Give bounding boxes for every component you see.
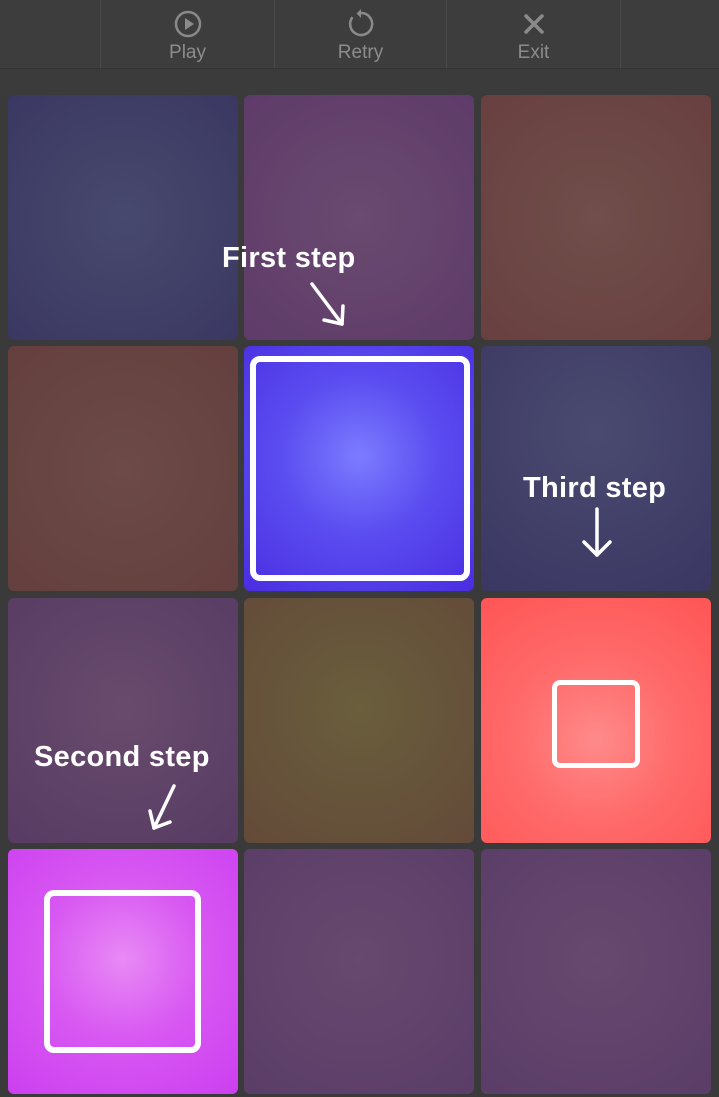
tile-r3-c2[interactable] [244, 598, 474, 843]
play-label: Play [169, 42, 206, 63]
tile-highlight-frame [44, 890, 201, 1053]
close-icon [523, 14, 544, 34]
exit-button[interactable]: Exit [447, 0, 620, 68]
tile-highlight-frame [552, 680, 640, 768]
tile-highlight-frame [250, 356, 470, 581]
header-band [0, 69, 719, 95]
annotation-first-step: First step [222, 242, 356, 274]
toolbar-divider [620, 0, 621, 68]
tile-r2-c1[interactable] [8, 346, 238, 591]
tile-r3-c1[interactable] [8, 598, 238, 843]
tile-r2-c2-active[interactable] [244, 346, 474, 591]
tile-r1-c2[interactable] [244, 95, 474, 340]
tile-r1-c3[interactable] [481, 95, 711, 340]
arrow-second-step-icon [148, 784, 176, 830]
arrow-third-step-icon [582, 507, 612, 557]
tile-r4-c1-active[interactable] [8, 849, 238, 1094]
tile-r4-c3[interactable] [481, 849, 711, 1094]
retry-button[interactable]: Retry [275, 0, 446, 68]
tile-r1-c1[interactable] [8, 95, 238, 340]
tile-r3-c3-active[interactable] [481, 598, 711, 843]
annotation-third-step: Third step [523, 472, 667, 504]
retry-label: Retry [337, 42, 384, 63]
arrow-first-step-icon [310, 282, 345, 326]
exit-label: Exit [517, 42, 550, 63]
tile-r4-c2[interactable] [244, 849, 474, 1094]
play-button[interactable]: Play [101, 0, 274, 68]
retry-icon [348, 9, 373, 37]
annotation-second-step: Second step [34, 741, 210, 773]
toolbar: Play Retry Exit [0, 0, 719, 69]
play-icon [174, 10, 201, 38]
